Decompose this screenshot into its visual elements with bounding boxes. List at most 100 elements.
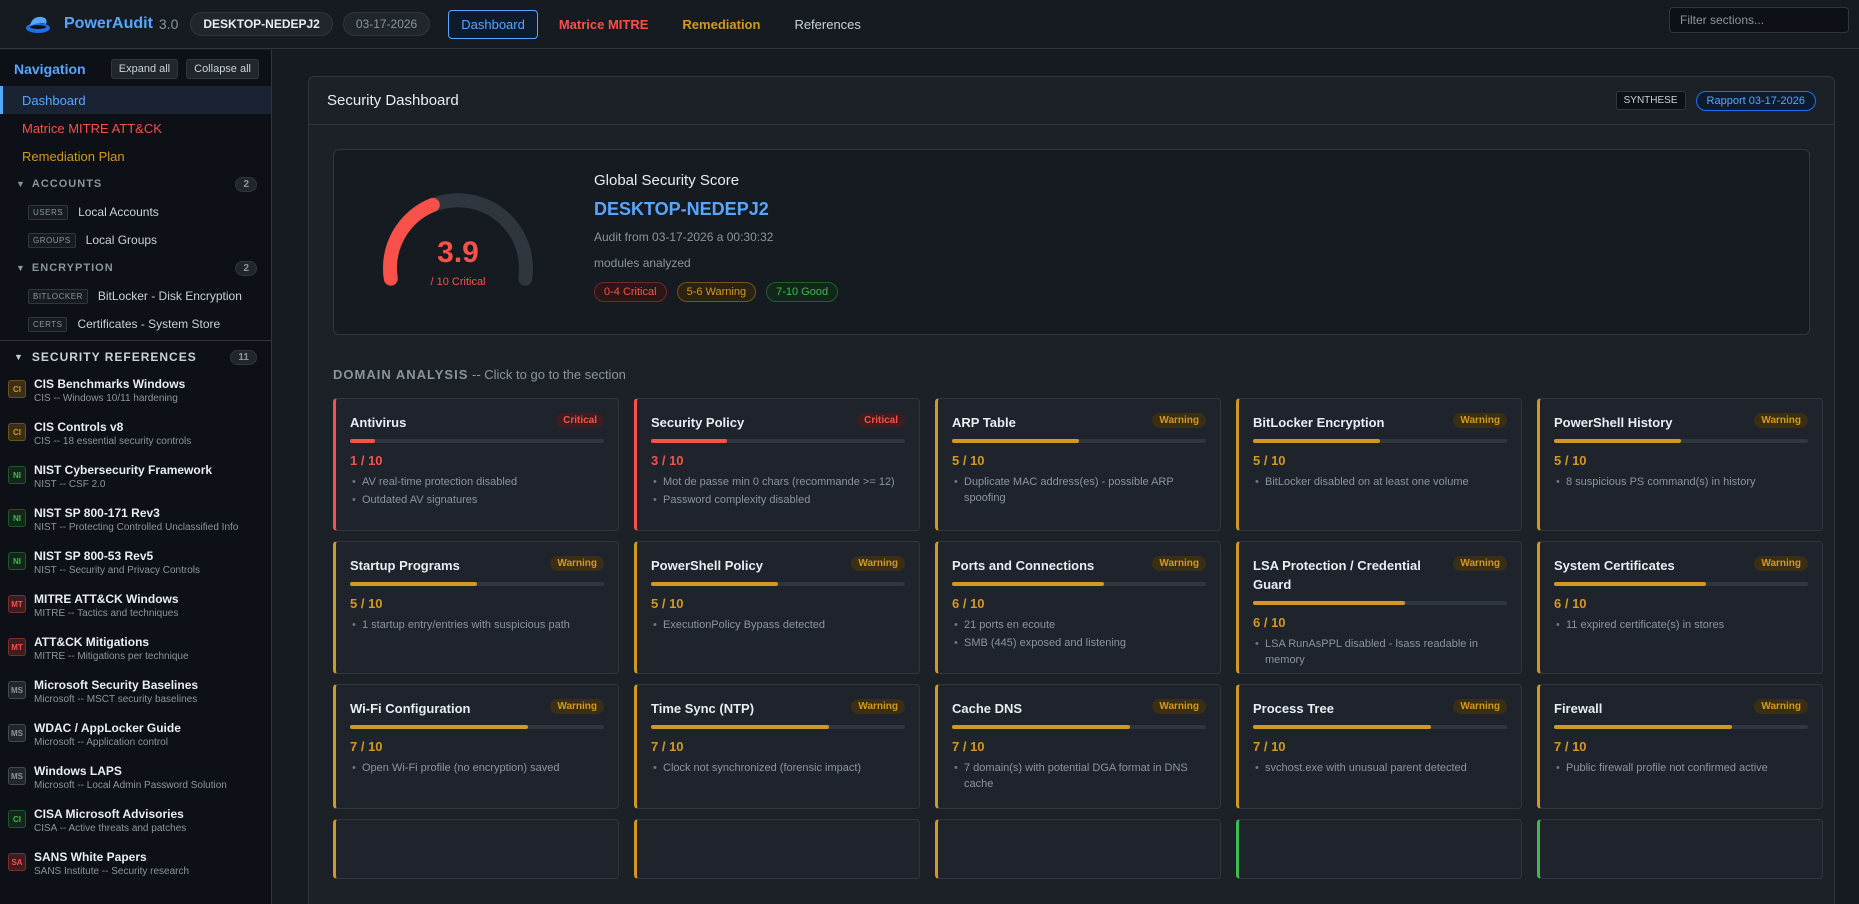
domain-card[interactable]: Process Tree Warning 7 / 10 svchost.exe wit… xyxy=(1236,684,1522,809)
reference-text: NIST SP 800-171 Rev3 NIST -- Protecting C… xyxy=(34,506,238,533)
tab-remediation[interactable]: Remediation xyxy=(669,10,773,39)
findings-list: BitLocker disabled on at least one volum… xyxy=(1253,474,1507,490)
severity-badge: Warning xyxy=(1152,413,1206,428)
collapse-all-button[interactable]: Collapse all xyxy=(186,59,259,79)
domain-card[interactable] xyxy=(1537,819,1823,879)
reference-item[interactable]: CI CIS Benchmarks Windows CIS -- Windows 1… xyxy=(0,373,271,416)
score-heading: Global Security Score xyxy=(594,172,740,189)
domain-card[interactable]: System Certificates Warning 6 / 10 11 expir… xyxy=(1537,541,1823,674)
domain-card[interactable]: Wi-Fi Configuration Warning 7 / 10 Open Wi-… xyxy=(333,684,619,809)
card-header: PowerShell History Warning xyxy=(1554,413,1808,432)
finding-item: svchost.exe with unusual parent detected xyxy=(1253,760,1507,776)
reference-item[interactable]: CI CIS Controls v8 CIS -- 18 essential sec… xyxy=(0,416,271,459)
tab-dashboard[interactable]: Dashboard xyxy=(448,9,538,39)
collapse-triangle-icon: ▼ xyxy=(16,263,26,273)
report-badge[interactable]: Rapport 03-17-2026 xyxy=(1695,90,1816,111)
reference-title: CIS Controls v8 xyxy=(34,420,124,434)
sidebar-item-remediation[interactable]: Remediation Plan xyxy=(0,142,271,170)
domain-card[interactable] xyxy=(935,819,1221,879)
sidebar-group-accounts[interactable]: ▼ ACCOUNTS 2 xyxy=(0,170,271,198)
domain-card[interactable]: LSA Protection / Credential Guard Warning… xyxy=(1236,541,1522,674)
card-score: 5 / 10 xyxy=(651,596,684,611)
tab-references[interactable]: References xyxy=(781,10,873,39)
reference-title: NIST SP 800-171 Rev3 xyxy=(34,506,160,520)
card-title: Ports and Connections xyxy=(952,558,1095,573)
security-references-header[interactable]: ▼ SECURITY REFERENCES 11 xyxy=(0,341,271,373)
reference-item[interactable]: MS Microsoft Security Baselines Microsoft … xyxy=(0,674,271,717)
score-legend: 0-4 Critical 5-6 Warning 7-10 Good xyxy=(594,282,848,302)
group-count-badge: 2 xyxy=(235,260,257,276)
score-bar-fill xyxy=(651,439,728,443)
tab-mitre-matrix[interactable]: Matrice MITRE xyxy=(546,10,662,39)
card-score: 5 / 10 xyxy=(1253,453,1286,468)
findings-list: Open Wi-Fi profile (no encryption) saved xyxy=(350,760,604,776)
domain-card[interactable]: Cache DNS Warning 7 / 10 7 domain(s) with p… xyxy=(935,684,1221,809)
reference-item[interactable]: NI NIST Cybersecurity Framework NIST -- CS… xyxy=(0,459,271,502)
expand-all-button[interactable]: Expand all xyxy=(110,59,179,79)
reference-item[interactable]: SA SANS White Papers SANS Institute -- Sec… xyxy=(0,846,271,889)
severity-badge: Warning xyxy=(851,699,905,714)
reference-title: Windows LAPS xyxy=(34,764,122,778)
reference-badge: NI xyxy=(8,509,26,527)
card-header: Startup Programs Warning xyxy=(350,556,604,575)
section-tag: GROUPS xyxy=(28,232,76,248)
card-title: BitLocker Encryption xyxy=(1253,415,1385,430)
card-header: Ports and Connections Warning xyxy=(952,556,1206,575)
score-bar xyxy=(1554,439,1808,443)
reference-subtitle: Microsoft -- MSCT security baselines xyxy=(34,694,198,705)
domain-card[interactable] xyxy=(1236,819,1522,879)
sidebar-item-dashboard[interactable]: Dashboard xyxy=(0,86,271,114)
sidebar-item-local-accounts[interactable]: USERS Local Accounts xyxy=(0,198,271,226)
domain-card[interactable]: PowerShell Policy Warning 5 / 10 ExecutionP… xyxy=(634,541,920,674)
main-content: Security Dashboard SYNTHESE Rapport 03-1… xyxy=(273,50,1859,904)
reference-item[interactable]: MT MITRE ATT&CK Windows MITRE -- Tactics a… xyxy=(0,588,271,631)
domain-card[interactable]: Firewall Warning 7 / 10 Public firewall pro… xyxy=(1537,684,1823,809)
sidebar-header: Navigation Expand all Collapse all xyxy=(0,50,271,86)
domain-card[interactable]: Security Policy Critical 3 / 10 Mot de pass… xyxy=(634,398,920,531)
domain-card[interactable]: PowerShell History Warning 5 / 10 8 suspici… xyxy=(1537,398,1823,531)
sidebar-item-local-groups[interactable]: GROUPS Local Groups xyxy=(0,226,271,254)
reference-badge: MS xyxy=(8,724,26,742)
modules-analyzed: modules analyzed xyxy=(594,256,691,270)
legend-good: 7-10 Good xyxy=(766,282,839,302)
reference-item[interactable]: MT ATT&CK Mitigations MITRE -- Mitigations… xyxy=(0,631,271,674)
reference-item[interactable]: MS WDAC / AppLocker Guide Microsoft -- App… xyxy=(0,717,271,760)
sidebar-item-label: BitLocker - Disk Encryption xyxy=(97,289,242,303)
sidebar-title: Navigation xyxy=(14,61,86,77)
reference-item[interactable]: NI NIST SP 800-171 Rev3 NIST -- Protecting… xyxy=(0,502,271,545)
finding-item: Public firewall profile not confirmed ac… xyxy=(1554,760,1808,776)
card-title: Security Policy xyxy=(651,415,745,430)
reference-subtitle: SANS Institute -- Security research xyxy=(34,866,190,877)
domain-card[interactable]: Time Sync (NTP) Warning 7 / 10 Clock not sy… xyxy=(634,684,920,809)
findings-list: 7 domain(s) with potential DGA format in… xyxy=(952,760,1206,792)
filter-sections-input[interactable] xyxy=(1669,7,1849,33)
domain-card[interactable]: Startup Programs Warning 5 / 10 1 startup e… xyxy=(333,541,619,674)
domain-card[interactable] xyxy=(634,819,920,879)
sidebar-item-certificates[interactable]: CERTS Certificates - System Store xyxy=(0,310,271,338)
reference-item[interactable]: MS Windows LAPS Microsoft -- Local Admin P… xyxy=(0,760,271,803)
reference-badge: NI xyxy=(8,552,26,570)
collapse-triangle-icon: ▼ xyxy=(16,179,26,189)
reference-item[interactable]: CI CISA Microsoft Advisories CISA -- Activ… xyxy=(0,803,271,846)
finding-item: SMB (445) exposed and listening xyxy=(952,635,1206,651)
reference-text: NIST SP 800-53 Rev5 NIST -- Security and … xyxy=(34,549,200,576)
sidebar-item-mitre[interactable]: Matrice MITRE ATT&CK xyxy=(0,114,271,142)
sidebar-group-encryption[interactable]: ▼ ENCRYPTION 2 xyxy=(0,254,271,282)
reference-text: CISA Microsoft Advisories CISA -- Active … xyxy=(34,807,186,834)
reference-subtitle: CIS -- Windows 10/11 hardening xyxy=(34,393,178,404)
card-score: 5 / 10 xyxy=(350,596,383,611)
score-bar-fill xyxy=(1253,439,1380,443)
card-header: PowerShell Policy Warning xyxy=(651,556,905,575)
reference-item[interactable]: NI NIST SP 800-53 Rev5 NIST -- Security an… xyxy=(0,545,271,588)
card-title: Antivirus xyxy=(350,415,407,430)
domain-card[interactable]: Ports and Connections Warning 6 / 10 21 por… xyxy=(935,541,1221,674)
reference-title: MITRE ATT&CK Windows xyxy=(34,592,179,606)
domain-card[interactable]: BitLocker Encryption Warning 5 / 10 BitLock… xyxy=(1236,398,1522,531)
domain-card[interactable] xyxy=(333,819,619,879)
card-score: 7 / 10 xyxy=(952,739,985,754)
card-score: 1 / 10 xyxy=(350,453,383,468)
domain-card[interactable]: ARP Table Warning 5 / 10 Duplicate MAC addr… xyxy=(935,398,1221,531)
domain-card[interactable]: Antivirus Critical 1 / 10 AV real-time prot… xyxy=(333,398,619,531)
reference-text: MITRE ATT&CK Windows MITRE -- Tactics and… xyxy=(34,592,179,619)
sidebar-item-bitlocker[interactable]: BITLOCKER BitLocker - Disk Encryption xyxy=(0,282,271,310)
